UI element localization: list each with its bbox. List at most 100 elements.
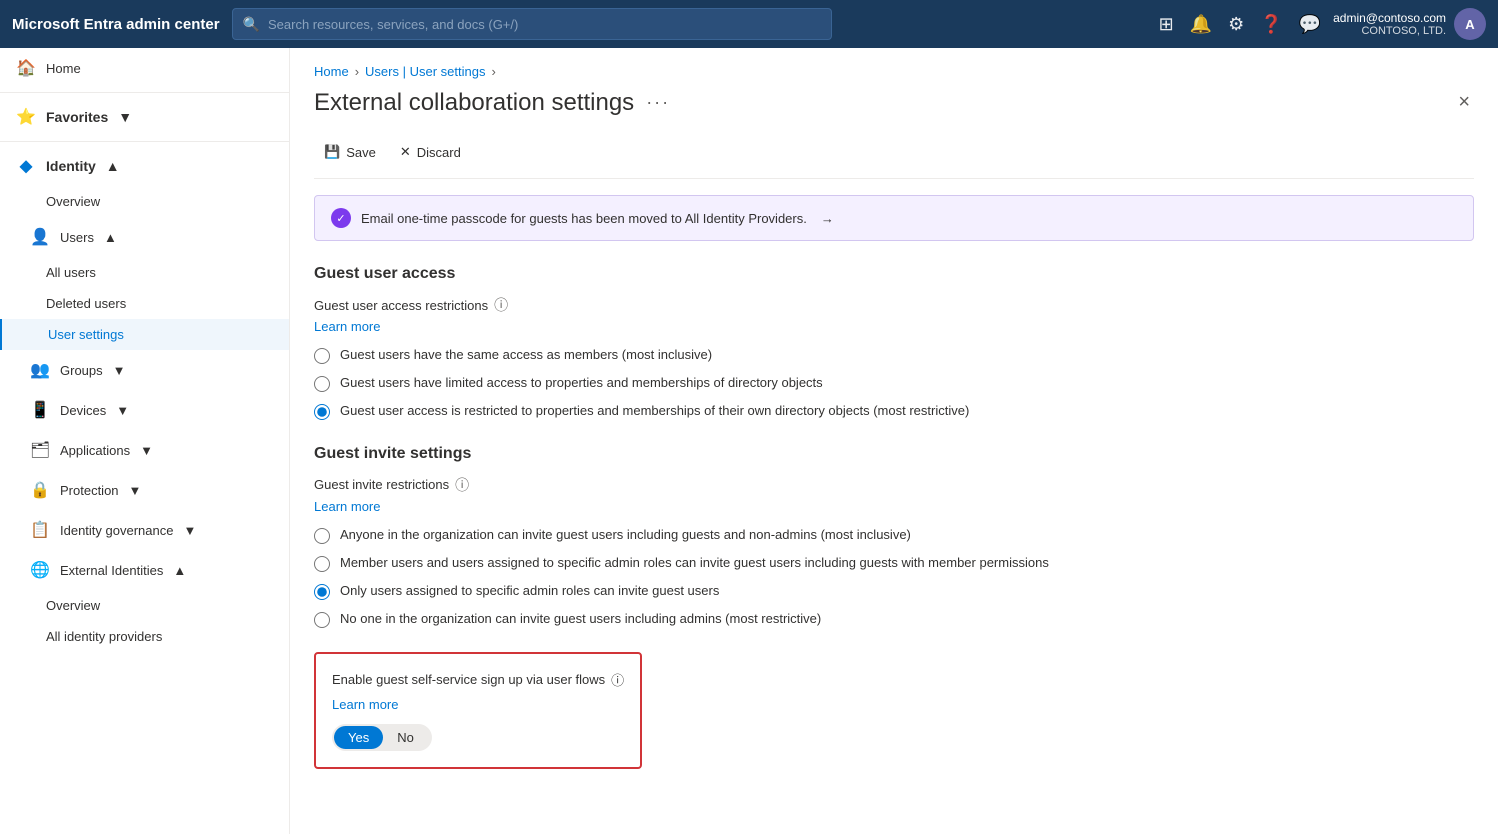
groups-label: Groups — [60, 363, 103, 378]
save-label: Save — [346, 145, 376, 160]
guest-invite-option-3[interactable]: No one in the organization can invite gu… — [314, 610, 1474, 628]
guest-access-option-1[interactable]: Guest users have limited access to prope… — [314, 374, 1474, 392]
guest-access-radio-2[interactable] — [314, 404, 330, 420]
guest-access-option-2-label: Guest user access is restricted to prope… — [340, 402, 969, 420]
sidebar-sub-all-users[interactable]: All users — [0, 257, 289, 288]
discard-icon: ✕ — [400, 144, 411, 160]
guest-access-label-text: Guest user access restrictions — [314, 298, 488, 313]
guest-invite-radio-group: Anyone in the organization can invite gu… — [314, 526, 1474, 629]
sidebar-sub-deleted-users[interactable]: Deleted users — [0, 288, 289, 319]
guest-invite-option-3-label: No one in the organization can invite gu… — [340, 610, 821, 628]
save-button[interactable]: 💾 Save — [314, 138, 386, 166]
guest-access-title: Guest user access — [314, 265, 1474, 283]
brand-title: Microsoft Entra admin center — [12, 16, 220, 33]
devices-icon: 📱 — [30, 400, 50, 420]
help-icon[interactable]: ❓ — [1260, 14, 1282, 35]
self-service-toggle[interactable]: Yes No — [332, 724, 432, 751]
discard-button[interactable]: ✕ Discard — [390, 138, 471, 166]
self-service-info-icon[interactable]: ⓘ — [611, 670, 624, 689]
groups-chevron-icon: ▼ — [113, 363, 126, 378]
guest-invite-info-icon[interactable]: ⓘ — [455, 475, 469, 495]
breadcrumb: Home › Users | User settings › — [314, 64, 1474, 79]
self-service-label-text: Enable guest self-service sign up via us… — [332, 672, 605, 687]
sidebar-identity[interactable]: ◆ Identity ▲ — [0, 146, 289, 186]
settings-icon[interactable]: ⚙ — [1228, 14, 1244, 35]
guest-access-radio-0[interactable] — [314, 348, 330, 364]
info-banner: ✓ Email one-time passcode for guests has… — [314, 195, 1474, 241]
devices-label: Devices — [60, 403, 106, 418]
guest-access-learn-more[interactable]: Learn more — [314, 319, 380, 334]
guest-access-info-icon[interactable]: ⓘ — [494, 295, 508, 315]
guest-invite-radio-1[interactable] — [314, 556, 330, 572]
sidebar-users-section[interactable]: 👤 Users ▲ — [0, 217, 289, 257]
sidebar-groups-section[interactable]: 👥 Groups ▼ — [0, 350, 289, 390]
page-title: External collaboration settings — [314, 89, 634, 117]
protection-label: Protection — [60, 483, 119, 498]
toggle-no[interactable]: No — [383, 726, 428, 749]
more-options-button[interactable]: ··· — [646, 92, 670, 113]
sidebar-identity-governance-section[interactable]: 📋 Identity governance ▼ — [0, 510, 289, 550]
guest-invite-field-label: Guest invite restrictions ⓘ — [314, 475, 1474, 495]
search-input[interactable] — [268, 17, 821, 32]
guest-invite-learn-more[interactable]: Learn more — [314, 499, 380, 514]
guest-access-option-2[interactable]: Guest user access is restricted to prope… — [314, 402, 1474, 420]
guest-invite-radio-3[interactable] — [314, 612, 330, 628]
guest-access-radio-1[interactable] — [314, 376, 330, 392]
self-service-learn-more[interactable]: Learn more — [332, 697, 624, 712]
sidebar-sub-overview[interactable]: Overview — [0, 186, 289, 217]
notification-icon[interactable]: 🔔 — [1190, 14, 1212, 35]
search-box[interactable]: 🔍 — [232, 8, 832, 40]
all-users-label: All users — [46, 265, 96, 280]
breadcrumb-users-settings[interactable]: Users | User settings — [365, 64, 485, 79]
guest-invite-option-0[interactable]: Anyone in the organization can invite gu… — [314, 526, 1474, 544]
toolbar: 💾 Save ✕ Discard — [314, 134, 1474, 179]
app-body: 🏠 Home ⭐ Favorites ▼ ◆ Identity ▲ Overvi… — [0, 48, 1498, 834]
sidebar-home-label: Home — [46, 61, 273, 76]
identity-label: Identity — [46, 158, 96, 174]
guest-access-option-0-label: Guest users have the same access as memb… — [340, 346, 712, 364]
close-button[interactable]: × — [1454, 87, 1474, 118]
guest-invite-option-1-label: Member users and users assigned to speci… — [340, 554, 1049, 572]
deleted-users-label: Deleted users — [46, 296, 126, 311]
users-icon: 👤 — [30, 227, 50, 247]
banner-arrow[interactable]: → — [821, 211, 834, 226]
page-header: External collaboration settings ··· × — [314, 87, 1474, 118]
breadcrumb-home[interactable]: Home — [314, 64, 349, 79]
feedback-icon[interactable]: 💬 — [1299, 14, 1321, 35]
guest-access-option-0[interactable]: Guest users have the same access as memb… — [314, 346, 1474, 364]
protection-chevron-icon: ▼ — [129, 483, 142, 498]
guest-invite-radio-2[interactable] — [314, 584, 330, 600]
sidebar-applications-section[interactable]: 🗂 Applications ▼ — [0, 430, 289, 470]
user-info[interactable]: admin@contoso.com CONTOSO, LTD. A — [1333, 8, 1486, 40]
sidebar-sub-all-identity-providers[interactable]: All identity providers — [0, 621, 289, 652]
guest-invite-label-text: Guest invite restrictions — [314, 477, 449, 492]
guest-invite-radio-0[interactable] — [314, 528, 330, 544]
external-identities-icon: 🌐 — [30, 560, 50, 580]
toggle-yes[interactable]: Yes — [334, 726, 383, 749]
overview-label: Overview — [46, 194, 100, 209]
sidebar-sub-user-settings[interactable]: User settings — [0, 319, 289, 350]
governance-icon: 📋 — [30, 520, 50, 540]
topbar: Microsoft Entra admin center 🔍 ⊞ 🔔 ⚙ ❓ 💬… — [0, 0, 1498, 48]
identity-icon: ◆ — [16, 156, 36, 176]
sidebar-sub-ext-overview[interactable]: Overview — [0, 590, 289, 621]
external-identities-label: External Identities — [60, 563, 163, 578]
sidebar-favorites[interactable]: ⭐ Favorites ▼ — [0, 97, 289, 137]
guest-access-field-label: Guest user access restrictions ⓘ — [314, 295, 1474, 315]
sidebar-external-identities-section[interactable]: 🌐 External Identities ▲ — [0, 550, 289, 590]
applications-chevron-icon: ▼ — [140, 443, 153, 458]
avatar[interactable]: A — [1454, 8, 1486, 40]
home-icon: 🏠 — [16, 58, 36, 78]
guest-invite-option-2[interactable]: Only users assigned to specific admin ro… — [314, 582, 1474, 600]
user-email: admin@contoso.com — [1333, 11, 1446, 25]
sidebar-devices-section[interactable]: 📱 Devices ▼ — [0, 390, 289, 430]
guest-invite-option-1[interactable]: Member users and users assigned to speci… — [314, 554, 1474, 572]
sidebar-protection-section[interactable]: 🔒 Protection ▼ — [0, 470, 289, 510]
portal-icon[interactable]: ⊞ — [1159, 14, 1174, 35]
user-settings-label: User settings — [48, 327, 124, 342]
guest-access-option-1-label: Guest users have limited access to prope… — [340, 374, 823, 392]
sidebar-item-home[interactable]: 🏠 Home — [0, 48, 289, 88]
discard-label: Discard — [417, 145, 461, 160]
star-icon: ⭐ — [16, 107, 36, 127]
sidebar: 🏠 Home ⭐ Favorites ▼ ◆ Identity ▲ Overvi… — [0, 48, 290, 834]
